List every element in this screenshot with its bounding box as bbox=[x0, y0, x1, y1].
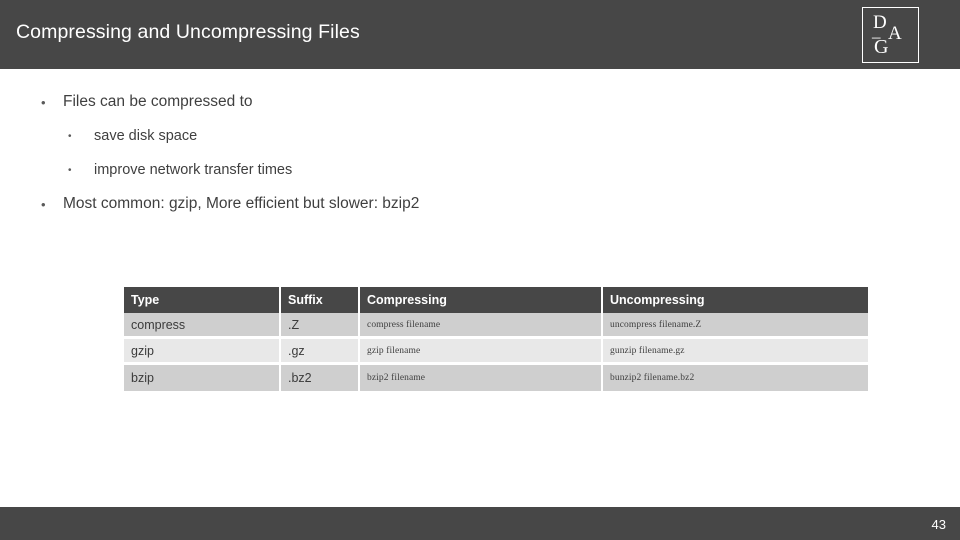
page-title: Compressing and Uncompressing Files bbox=[16, 21, 360, 43]
footer-band: 43 bbox=[0, 507, 960, 540]
page-number: 43 bbox=[931, 517, 946, 532]
column-header-type: Type bbox=[124, 287, 281, 313]
bullet-text: improve network transfer times bbox=[94, 162, 293, 178]
bullet-marker-icon: • bbox=[41, 95, 46, 110]
cell-compressing-command: bzip2 filename bbox=[360, 365, 603, 391]
cell-type: bzip bbox=[124, 365, 281, 391]
bullet-text: Most common: gzip, More efficient but sl… bbox=[63, 195, 420, 212]
table-row: compress .Z compress filename uncompress… bbox=[124, 313, 868, 339]
logo-letter-a: A bbox=[888, 23, 902, 44]
table-row: gzip .gz gzip filename gunzip filename.g… bbox=[124, 339, 868, 365]
column-header-compressing: Compressing bbox=[360, 287, 603, 313]
bullet-marker-icon: • bbox=[68, 165, 72, 176]
column-header-uncompressing: Uncompressing bbox=[603, 287, 868, 313]
bullet-item: • save disk space bbox=[68, 127, 197, 145]
cell-uncompressing-command: uncompress filename.Z bbox=[603, 313, 868, 339]
slide: Compressing and Uncompressing Files D – … bbox=[0, 0, 960, 540]
table-row: bzip .bz2 bzip2 filename bunzip2 filenam… bbox=[124, 365, 868, 391]
compression-commands-table: Type Suffix Compressing Uncompressing co… bbox=[124, 287, 868, 391]
cell-uncompressing-command: bunzip2 filename.bz2 bbox=[603, 365, 868, 391]
cell-compressing-command: compress filename bbox=[360, 313, 603, 339]
cell-suffix: .gz bbox=[281, 339, 360, 365]
cell-uncompressing-command: gunzip filename.gz bbox=[603, 339, 868, 365]
bullet-text: Files can be compressed to bbox=[63, 93, 253, 110]
table-header-row: Type Suffix Compressing Uncompressing bbox=[124, 287, 868, 313]
bullet-marker-icon: • bbox=[68, 131, 72, 142]
bullet-item: • improve network transfer times bbox=[68, 161, 292, 179]
bullet-item: • Most common: gzip, More efficient but … bbox=[41, 195, 419, 213]
bullet-item: • Files can be compressed to bbox=[41, 93, 253, 111]
bullet-text: save disk space bbox=[94, 128, 198, 144]
logo-letter-g: G bbox=[874, 36, 889, 58]
dag-logo: D – A G bbox=[862, 7, 919, 63]
cell-suffix: .Z bbox=[281, 313, 360, 339]
column-header-suffix: Suffix bbox=[281, 287, 360, 313]
bullet-marker-icon: • bbox=[41, 197, 46, 212]
cell-type: gzip bbox=[124, 339, 281, 365]
cell-suffix: .bz2 bbox=[281, 365, 360, 391]
cell-type: compress bbox=[124, 313, 281, 339]
cell-compressing-command: gzip filename bbox=[360, 339, 603, 365]
